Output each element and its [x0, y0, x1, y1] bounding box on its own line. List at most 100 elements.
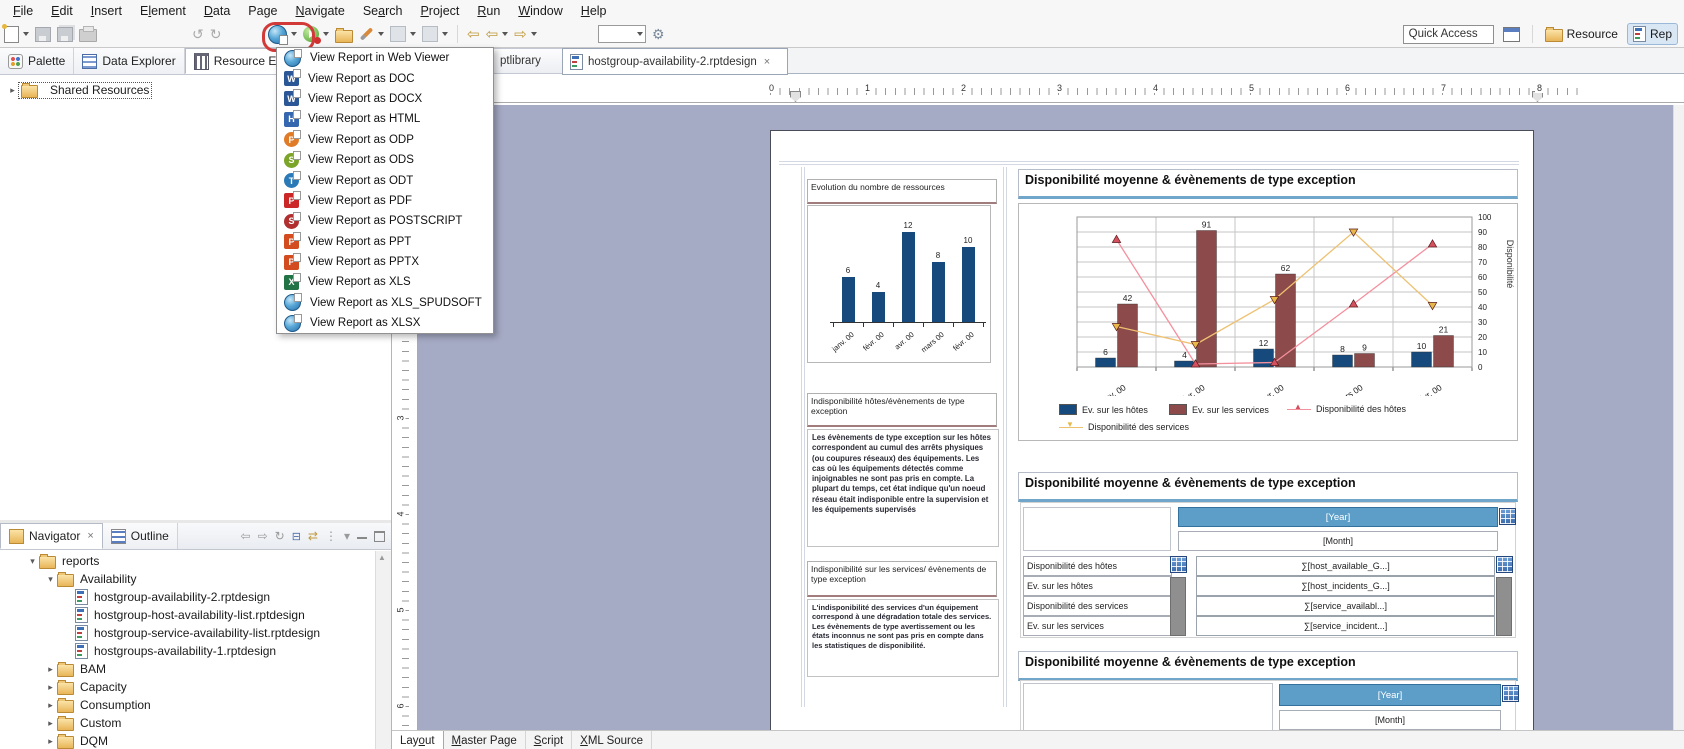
insert-element-icon[interactable]	[390, 26, 406, 42]
menu-item-view-report-as-odp[interactable]: PView Report as ODP	[277, 130, 493, 150]
back-icon[interactable]: ⇦	[486, 27, 499, 42]
menu-edit[interactable]: Edit	[42, 2, 82, 20]
save-icon[interactable]	[35, 27, 51, 42]
wizard-dropdown-icon[interactable]	[442, 32, 448, 36]
left-indent-marker[interactable]	[790, 91, 801, 102]
crosstab-row-handle[interactable]	[1496, 577, 1512, 636]
tree-item-hostgroup-host-availability-list-rptdesign[interactable]: hostgroup-host-availability-list.rptdesi…	[0, 606, 391, 624]
tree-item-hostgroup-service-availability-list-rptdesign[interactable]: hostgroup-service-availability-list.rptd…	[0, 624, 391, 642]
back-icon[interactable]: ⇦	[241, 529, 251, 543]
crosstab-year-header[interactable]: [Year]	[1279, 684, 1501, 706]
menu-help[interactable]: Help	[572, 2, 616, 20]
print-icon[interactable]	[79, 29, 97, 42]
tree-item-consumption[interactable]: ▸Consumption	[0, 696, 391, 714]
expand-icon[interactable]: ▸	[44, 682, 57, 693]
navigator-scrollbar[interactable]: ▲	[375, 551, 391, 749]
crosstab-row-handle[interactable]	[1170, 577, 1186, 636]
crosstab-icon[interactable]	[1170, 556, 1187, 573]
crosstab-month-header[interactable]: [Month]	[1279, 710, 1501, 730]
theme-brush-icon[interactable]	[360, 27, 373, 40]
menu-item-view-report-as-ppt[interactable]: PView Report as PPT	[277, 232, 493, 252]
crosstab-data-cell[interactable]: ∑[host_available_G...]	[1196, 556, 1495, 576]
run-report-dropdown-icon[interactable]	[323, 32, 329, 36]
menu-navigate[interactable]: Navigate	[286, 2, 353, 20]
forward-dropdown-icon[interactable]	[531, 32, 537, 36]
menu-insert[interactable]: Insert	[82, 2, 131, 20]
tree-item-capacity[interactable]: ▸Capacity	[0, 678, 391, 696]
link-with-editor-icon[interactable]: ⇄	[308, 529, 318, 543]
up-icon[interactable]: ↻	[275, 529, 285, 543]
menu-item-view-report-as-doc[interactable]: WView Report as DOC	[277, 68, 493, 88]
tree-item-custom[interactable]: ▸Custom	[0, 714, 391, 732]
menu-item-view-report-as-docx[interactable]: WView Report as DOCX	[277, 89, 493, 109]
menu-project[interactable]: Project	[411, 2, 468, 20]
view-menu-icon[interactable]: ⋮	[325, 529, 337, 543]
bottom-tab-master-page[interactable]: Master Page	[444, 731, 526, 749]
toolbar-combo[interactable]	[598, 25, 646, 43]
panel-sash[interactable]	[0, 520, 391, 523]
theme-dropdown-icon[interactable]	[378, 32, 384, 36]
menu-page[interactable]: Page	[239, 2, 286, 20]
forward-icon[interactable]: ⇨	[514, 27, 527, 42]
last-edit-location-icon[interactable]: ⇦	[467, 27, 480, 42]
menu-item-view-report-as-xls-spudsoft[interactable]: View Report as XLS_SPUDSOFT	[277, 293, 493, 313]
maximize-icon[interactable]	[374, 531, 385, 542]
expand-icon[interactable]: ▸	[44, 718, 57, 729]
menu-item-view-report-as-xls[interactable]: XView Report as XLS	[277, 272, 493, 292]
resources-bar-chart[interactable]: 6janv. 004févr. 0012avr. 008mars 0010fév…	[807, 205, 991, 363]
insert-element-dropdown-icon[interactable]	[410, 32, 416, 36]
bottom-tab-layout[interactable]: Layout	[392, 731, 444, 749]
view-tab-outline[interactable]: Outline	[103, 523, 178, 549]
crosstab-row-label-ev-sur-les-h-tes[interactable]: Ev. sur les hôtes	[1023, 576, 1172, 596]
redo-icon[interactable]: ↻	[210, 27, 222, 41]
combo-dropdown-icon[interactable]	[637, 32, 643, 36]
new-report-dropdown-icon[interactable]	[23, 32, 29, 36]
menu-item-view-report-as-postscript[interactable]: SView Report as POSTSCRIPT	[277, 211, 493, 231]
crosstab-corner-cell[interactable]	[1023, 507, 1171, 551]
menu-run[interactable]: Run	[468, 2, 509, 20]
crosstab-month-header[interactable]: [Month]	[1178, 531, 1498, 551]
run-report-icon[interactable]	[303, 26, 319, 42]
editor-tab-hostgroup-availability-2-rptdesign[interactable]: hostgroup-availability-2.rptdesign×	[562, 48, 788, 75]
crosstab-corner-cell[interactable]	[1023, 683, 1273, 730]
crosstab-row-label-disponibilit-des-services[interactable]: Disponibilité des services	[1023, 596, 1172, 616]
crosstab-icon[interactable]	[1502, 685, 1519, 702]
crosstab-row-label-ev-sur-les-services[interactable]: Ev. sur les services	[1023, 616, 1172, 636]
close-icon[interactable]: ×	[87, 530, 93, 542]
expand-icon[interactable]: ▸	[44, 664, 57, 675]
tree-item-hostgroup-availability-2-rptdesign[interactable]: hostgroup-availability-2.rptdesign	[0, 588, 391, 606]
crosstab-row-label-disponibilit-des-h-tes[interactable]: Disponibilité des hôtes	[1023, 556, 1172, 576]
menu-item-view-report-as-pptx[interactable]: PView Report as PPTX	[277, 252, 493, 272]
collapse-icon[interactable]: ▾	[26, 556, 39, 567]
view-tab-palette[interactable]: Palette	[0, 48, 74, 74]
menu-search[interactable]: Search	[354, 2, 412, 20]
menu-item-view-report-in-web-viewer[interactable]: View Report in Web Viewer	[277, 48, 493, 68]
crosstab-year-header[interactable]: [Year]	[1178, 507, 1498, 527]
wizard-icon[interactable]	[422, 26, 438, 42]
collapse-all-icon[interactable]: ⊟	[292, 530, 301, 543]
expand-icon[interactable]: ▸	[44, 736, 57, 747]
expand-icon[interactable]: ▸	[6, 85, 19, 96]
bottom-tab-script[interactable]: Script	[526, 731, 572, 749]
close-icon[interactable]: ×	[764, 56, 770, 68]
scroll-up-icon[interactable]: ▲	[378, 553, 386, 562]
bottom-tab-xml-source[interactable]: XML Source	[572, 731, 652, 749]
availability-combo-chart[interactable]: 10090807060504030201006412810429162921ja…	[1018, 203, 1518, 441]
gear-icon[interactable]: ⚙	[652, 27, 665, 41]
quick-access-input[interactable]: Quick Access	[1403, 25, 1494, 44]
resource-perspective-button[interactable]: Resource	[1545, 27, 1618, 42]
menu-item-view-report-as-pdf[interactable]: PView Report as PDF	[277, 191, 493, 211]
save-all-icon[interactable]	[57, 27, 73, 42]
view-tab-data-explorer[interactable]: Data Explorer	[74, 48, 184, 74]
dropdown-icon[interactable]: ▾	[344, 529, 350, 543]
expand-icon[interactable]: ▸	[44, 700, 57, 711]
crosstab-data-cell[interactable]: ∑[host_incidents_G...]	[1196, 576, 1495, 596]
menu-item-view-report-as-ods[interactable]: SView Report as ODS	[277, 150, 493, 170]
editor-scrollbar[interactable]	[1673, 105, 1684, 730]
minimize-icon[interactable]	[357, 534, 367, 539]
menu-file[interactable]: File	[4, 2, 42, 20]
back-dropdown-icon[interactable]	[502, 32, 508, 36]
tree-item-hostgroups-availability-1-rptdesign[interactable]: hostgroups-availability-1.rptdesign	[0, 642, 391, 660]
menu-data[interactable]: Data	[195, 2, 239, 20]
tree-item-reports[interactable]: ▾reports	[0, 552, 391, 570]
